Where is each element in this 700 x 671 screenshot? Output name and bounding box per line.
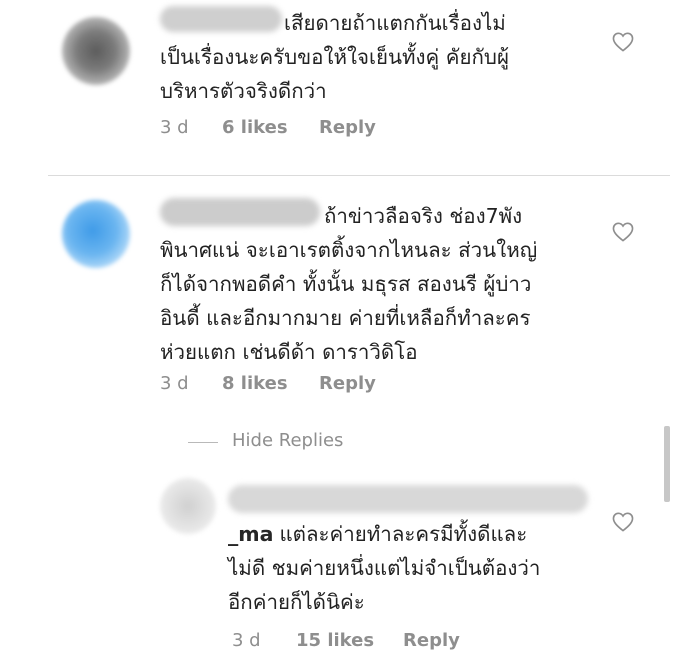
timestamp: 3 d xyxy=(160,373,189,394)
scrollbar[interactable] xyxy=(664,426,670,502)
hide-replies-line xyxy=(188,442,218,443)
divider xyxy=(48,175,670,176)
avatar[interactable] xyxy=(62,17,130,85)
comment-text: _ma แต่ละค่ายทำละครมีทั้งดีและ ไม่ดี ชมค่… xyxy=(228,517,540,619)
likes-count[interactable]: 15 likes xyxy=(296,630,374,651)
likes-count[interactable]: 6 likes xyxy=(222,117,288,138)
timestamp: 3 d xyxy=(160,117,189,138)
heart-icon[interactable] xyxy=(612,512,634,532)
avatar[interactable] xyxy=(160,478,216,534)
reply-button[interactable]: Reply xyxy=(403,630,460,651)
comment-text: ถ้าข่าวลือจริง ช่อง7พัง พินาศแน่ จะเอาเร… xyxy=(160,204,538,364)
username[interactable]: _ma xyxy=(228,522,273,546)
reply-button[interactable]: Reply xyxy=(319,117,376,138)
hide-replies-button[interactable]: Hide Replies xyxy=(232,430,343,451)
blurred-username[interactable] xyxy=(228,485,588,513)
comment-text: เสียดายถ้าแตกกันเรื่องไม่ เป็นเรื่องนะคร… xyxy=(160,11,509,103)
reply-button[interactable]: Reply xyxy=(319,373,376,394)
timestamp: 3 d xyxy=(232,630,261,651)
likes-count[interactable]: 8 likes xyxy=(222,373,288,394)
heart-icon[interactable] xyxy=(612,222,634,242)
avatar[interactable] xyxy=(62,200,130,268)
heart-icon[interactable] xyxy=(612,32,634,52)
comment-body: แต่ละค่ายทำละครมีทั้งดีและ ไม่ดี ชมค่ายห… xyxy=(228,522,541,614)
